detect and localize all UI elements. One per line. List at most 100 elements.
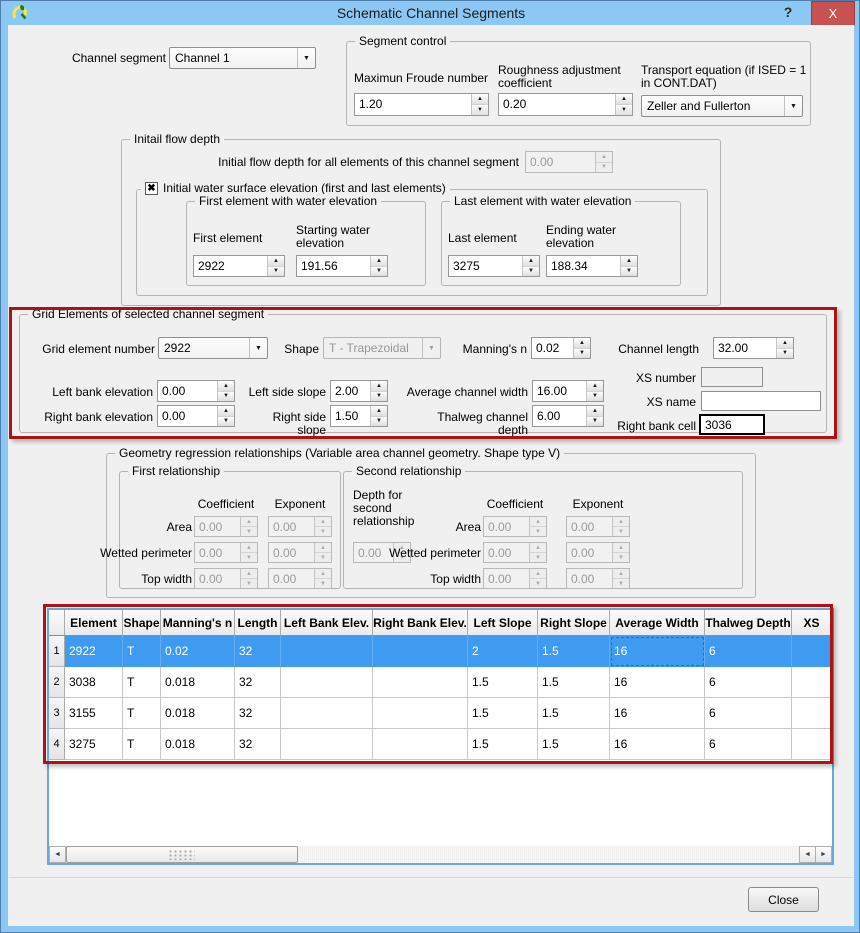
- channel-length-spinbox[interactable]: 32.00▲▼: [713, 337, 794, 359]
- table-cell[interactable]: 3155: [65, 698, 123, 729]
- column-header[interactable]: Left Slope: [468, 610, 538, 636]
- column-header[interactable]: Length: [235, 610, 281, 636]
- row-header[interactable]: 3: [49, 698, 65, 729]
- spin-down-icon[interactable]: ▼: [596, 163, 612, 173]
- spin-down-icon[interactable]: ▼: [241, 553, 257, 562]
- spin-buttons[interactable]: ▲▼: [267, 256, 284, 276]
- froude-spinbox[interactable]: 1.20▲▼: [354, 93, 489, 116]
- spin-buttons[interactable]: ▲▼: [612, 517, 629, 536]
- column-header[interactable]: Right Slope: [538, 610, 610, 636]
- spin-down-icon[interactable]: ▼: [530, 579, 546, 588]
- table-cell[interactable]: [281, 636, 373, 667]
- spin-buttons[interactable]: ▲▼: [522, 256, 539, 276]
- spin-buttons[interactable]: ▲▼: [314, 517, 331, 536]
- table-cell[interactable]: 1.5: [538, 698, 610, 729]
- table-cell[interactable]: 16: [610, 636, 705, 667]
- spin-down-icon[interactable]: ▼: [315, 527, 331, 536]
- spin-up-icon[interactable]: ▲: [530, 543, 546, 553]
- mannings-n-spinbox[interactable]: 0.02▲▼: [531, 337, 591, 359]
- column-header[interactable]: XS: [792, 610, 832, 636]
- spin-up-icon[interactable]: ▲: [218, 406, 234, 417]
- scrollbar-thumb[interactable]: [66, 846, 298, 863]
- channel-segment-combo[interactable]: Channel 1▼: [169, 47, 316, 69]
- wse-checkbox[interactable]: ✖: [145, 182, 158, 195]
- spin-down-icon[interactable]: ▼: [472, 105, 488, 115]
- table-cell[interactable]: [373, 667, 468, 698]
- help-button[interactable]: ?: [779, 4, 797, 20]
- spin-up-icon[interactable]: ▲: [616, 94, 632, 105]
- spin-up-icon[interactable]: ▲: [523, 256, 539, 267]
- right-bank-cell-field[interactable]: 3036: [699, 414, 765, 435]
- spin-down-icon[interactable]: ▼: [371, 417, 387, 427]
- table-cell[interactable]: 32: [235, 729, 281, 760]
- table-cell[interactable]: 0.02: [161, 636, 235, 667]
- spin-buttons[interactable]: ▲▼: [529, 569, 546, 588]
- spin-up-icon[interactable]: ▲: [371, 406, 387, 417]
- spin-down-icon[interactable]: ▼: [371, 392, 387, 402]
- scroll-left-button-2[interactable]: ◄: [799, 846, 816, 863]
- spin-down-icon[interactable]: ▼: [241, 579, 257, 588]
- spin-up-icon[interactable]: ▲: [613, 569, 629, 579]
- spin-down-icon[interactable]: ▼: [587, 392, 603, 402]
- table-row[interactable]: 33155T0.018321.51.5166: [49, 698, 832, 729]
- spin-up-icon[interactable]: ▲: [530, 517, 546, 527]
- right-bank-elevation-spinbox[interactable]: 0.00▲▼: [157, 405, 235, 427]
- table-cell[interactable]: 3038: [65, 667, 123, 698]
- table-cell[interactable]: 2922: [65, 636, 123, 667]
- spin-up-icon[interactable]: ▲: [241, 569, 257, 579]
- close-button[interactable]: Close: [748, 887, 819, 912]
- spin-down-icon[interactable]: ▼: [574, 349, 590, 359]
- table-cell[interactable]: [373, 636, 468, 667]
- spin-buttons[interactable]: ▲▼: [573, 338, 590, 358]
- table-cell[interactable]: 1.5: [468, 667, 538, 698]
- starting-wse-spinbox[interactable]: 191.56▲▼: [296, 255, 388, 277]
- spin-buttons[interactable]: ▲▼: [370, 406, 387, 426]
- spin-down-icon[interactable]: ▼: [315, 579, 331, 588]
- spin-up-icon[interactable]: ▲: [241, 543, 257, 553]
- table-cell[interactable]: [281, 667, 373, 698]
- spin-up-icon[interactable]: ▲: [777, 338, 793, 349]
- spin-up-icon[interactable]: ▲: [530, 569, 546, 579]
- spin-down-icon[interactable]: ▼: [530, 527, 546, 536]
- spin-down-icon[interactable]: ▼: [613, 527, 629, 536]
- spin-up-icon[interactable]: ▲: [371, 381, 387, 392]
- table-cell[interactable]: 16: [610, 698, 705, 729]
- horizontal-scrollbar[interactable]: ◄ ◄ ►: [49, 846, 832, 863]
- spin-down-icon[interactable]: ▼: [777, 349, 793, 359]
- roughness-spinbox[interactable]: 0.20▲▼: [498, 93, 633, 116]
- spin-up-icon[interactable]: ▲: [268, 256, 284, 267]
- table-cell[interactable]: 16: [610, 729, 705, 760]
- spin-down-icon[interactable]: ▼: [616, 105, 632, 115]
- column-header[interactable]: Shape: [123, 610, 161, 636]
- row-header[interactable]: 4: [49, 729, 65, 760]
- table-row[interactable]: 23038T0.018321.51.5166: [49, 667, 832, 698]
- xs-name-field[interactable]: [701, 391, 821, 411]
- table-cell[interactable]: 16: [610, 667, 705, 698]
- spin-down-icon[interactable]: ▼: [530, 553, 546, 562]
- table-cell[interactable]: [373, 729, 468, 760]
- table-cell[interactable]: [792, 667, 832, 698]
- spin-up-icon[interactable]: ▲: [613, 517, 629, 527]
- column-header[interactable]: Left Bank Elev.: [281, 610, 373, 636]
- table-cell[interactable]: 32: [235, 698, 281, 729]
- column-header[interactable]: Manning's n: [161, 610, 235, 636]
- table-cell[interactable]: [281, 698, 373, 729]
- scroll-right-button[interactable]: ►: [815, 846, 832, 863]
- scroll-left-button[interactable]: ◄: [49, 846, 66, 863]
- spin-buttons[interactable]: ▲▼: [595, 152, 612, 172]
- spin-down-icon[interactable]: ▼: [371, 267, 387, 277]
- spin-buttons[interactable]: ▲▼: [586, 381, 603, 401]
- table-row[interactable]: 12922T0.023221.5166: [49, 636, 832, 667]
- spin-down-icon[interactable]: ▼: [621, 267, 637, 277]
- table-cell[interactable]: [792, 729, 832, 760]
- table-cell[interactable]: T: [123, 729, 161, 760]
- spin-down-icon[interactable]: ▼: [523, 267, 539, 277]
- table-cell[interactable]: 32: [235, 667, 281, 698]
- spin-up-icon[interactable]: ▲: [371, 256, 387, 267]
- spin-buttons[interactable]: ▲▼: [240, 543, 257, 562]
- corner-header[interactable]: [49, 610, 65, 636]
- spin-up-icon[interactable]: ▲: [315, 517, 331, 527]
- left-bank-elevation-spinbox[interactable]: 0.00▲▼: [157, 380, 235, 402]
- spin-up-icon[interactable]: ▲: [315, 543, 331, 553]
- spin-up-icon[interactable]: ▲: [472, 94, 488, 105]
